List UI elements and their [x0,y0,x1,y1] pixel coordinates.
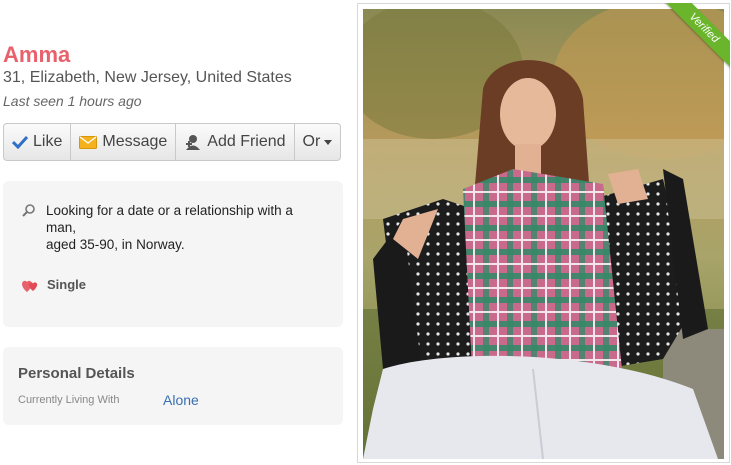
verified-badge: Verified [660,3,730,73]
add-user-icon [184,133,202,151]
last-seen: Last seen 1 hours ago [3,93,142,109]
envelope-icon [79,135,98,149]
looking-for-line: aged 35-90, in Norway. [46,237,185,252]
like-button[interactable]: Like [4,124,72,160]
profile-location: 31, Elizabeth, New Jersey, United States [3,69,292,86]
action-button-group: Like Message Add Friend Or [3,123,342,161]
looking-for-line: man, [46,220,77,235]
looking-for-line: Looking for a date or a relationship wit… [46,203,293,218]
verified-label: Verified [662,3,730,70]
message-label: Message [102,133,168,150]
profile-photo[interactable] [363,9,724,459]
living-with-label: Currently Living With [18,394,120,406]
about-card: Looking for a date or a relationship wit… [3,181,343,327]
profile-name: Amma [3,42,71,67]
or-label: Or [302,133,321,150]
personal-details-title: Personal Details [18,365,135,382]
like-label: Like [33,133,63,150]
message-button[interactable]: Message [71,124,177,160]
living-with-value[interactable]: Alone [163,392,199,408]
profile-photo-frame[interactable]: Verified [357,3,730,463]
relationship-status: Single [47,277,87,292]
caret-down-icon [324,139,333,145]
personal-details-card: Personal Details Currently Living With A… [3,347,343,425]
looking-for-text: Looking for a date or a relationship wit… [46,202,336,253]
or-dropdown-button[interactable]: Or [295,124,341,160]
hearts-icon [21,279,39,298]
search-icon [22,203,36,222]
profile-panel: Amma 31, Elizabeth, New Jersey, United S… [0,0,350,465]
add-friend-label: Add Friend [207,133,286,150]
checkmark-icon [12,135,28,149]
add-friend-button[interactable]: Add Friend [176,124,295,160]
